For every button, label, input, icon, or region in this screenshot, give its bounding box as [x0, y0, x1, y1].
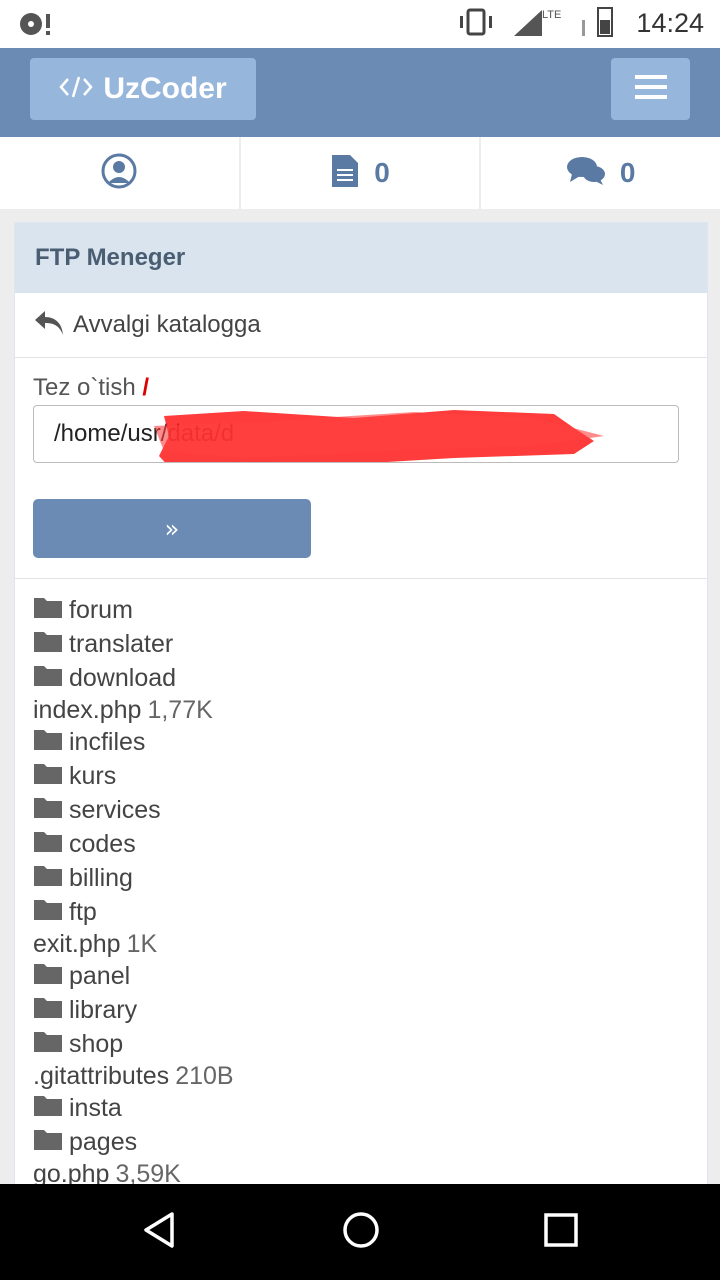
folder-item[interactable]: panel [33, 959, 707, 993]
folder-icon [33, 1093, 63, 1124]
system-nav-bar [0, 1184, 720, 1280]
notification-icon [18, 10, 54, 42]
chat-icon [566, 155, 606, 191]
signal-icon: LTE [512, 6, 562, 42]
item-name: billing [69, 863, 133, 892]
item-size: 210B [175, 1061, 234, 1090]
file-item[interactable]: go.php 3,59K [33, 1159, 707, 1186]
folder-icon [33, 727, 63, 758]
file-item[interactable]: index.php 1,77K [33, 695, 707, 725]
folder-item[interactable]: shop [33, 1027, 707, 1061]
code-icon [59, 75, 93, 103]
item-name: library [69, 995, 138, 1024]
brand-button[interactable]: UzCoder [30, 58, 256, 120]
path-input[interactable]: /home/usr/data/d [33, 405, 679, 463]
item-name: index.php [33, 695, 142, 724]
item-name: ftp [69, 897, 97, 926]
nav-row: 0 0 [0, 137, 720, 209]
item-name: insta [69, 1093, 122, 1122]
folder-item[interactable]: kurs [33, 759, 707, 793]
folder-icon [33, 863, 63, 894]
folder-icon [33, 595, 63, 626]
brand-name: UzCoder [103, 72, 227, 105]
user-circle-icon [100, 152, 138, 194]
folder-item[interactable]: pages [33, 1125, 707, 1159]
nav-profile[interactable] [0, 137, 241, 209]
recent-apps-icon[interactable] [542, 1211, 580, 1253]
item-size: 1,77K [147, 695, 213, 724]
file-item[interactable]: exit.php 1K [33, 929, 707, 959]
menu-button[interactable] [611, 58, 690, 120]
item-name: .gitattributes [33, 1061, 170, 1090]
battery-icon [580, 6, 620, 42]
folder-icon [33, 829, 63, 860]
item-name: exit.php [33, 929, 121, 958]
folder-item[interactable]: translater [33, 627, 707, 661]
folder-item[interactable]: incfiles [33, 725, 707, 759]
item-name: download [69, 663, 177, 692]
back-triangle-icon[interactable] [140, 1210, 180, 1254]
folder-icon [33, 995, 63, 1026]
status-bar: LTE 14:24 [0, 0, 720, 48]
item-name: panel [69, 961, 131, 990]
folder-icon [33, 629, 63, 660]
panel-title: FTP Meneger [35, 244, 186, 271]
item-name: go.php [33, 1159, 110, 1186]
top-bar: UzCoder [0, 48, 720, 137]
item-size: 1K [126, 929, 158, 958]
home-circle-icon[interactable] [340, 1209, 382, 1255]
folder-icon [33, 961, 63, 992]
folder-item[interactable]: services [33, 793, 707, 827]
go-button[interactable]: » [33, 499, 311, 558]
folder-icon [33, 795, 63, 826]
folder-icon [33, 897, 63, 928]
item-name: translater [69, 629, 174, 658]
document-icon [330, 153, 360, 193]
messages-count: 0 [619, 157, 636, 188]
hamburger-menu-icon [634, 74, 667, 104]
file-item[interactable]: .gitattributes 210B [33, 1061, 707, 1091]
folder-item[interactable]: ftp [33, 895, 707, 929]
item-name: kurs [69, 761, 117, 790]
quick-jump-form: Tez o`tish / /home/usr/data/d » [15, 358, 707, 579]
files-count: 0 [374, 157, 390, 188]
nav-messages[interactable]: 0 [481, 137, 720, 209]
clock: 14:24 [636, 8, 704, 38]
back-label: Avvalgi katalogga [73, 311, 261, 338]
folder-item[interactable]: insta [33, 1091, 707, 1125]
item-name: services [69, 795, 161, 824]
item-size: 3,59K [115, 1159, 181, 1186]
back-link[interactable]: Avvalgi katalogga [15, 293, 707, 358]
svg-text:LTE: LTE [542, 9, 561, 21]
item-name: pages [69, 1127, 138, 1156]
folder-icon [33, 761, 63, 792]
folder-icon [33, 663, 63, 694]
nav-files[interactable]: 0 [241, 137, 482, 209]
folder-item[interactable]: download [33, 661, 707, 695]
folder-item[interactable]: library [33, 993, 707, 1027]
folder-icon [33, 1029, 63, 1060]
path-value: /home/usr/data/d [54, 420, 235, 447]
item-name: forum [69, 595, 133, 624]
item-name: shop [69, 1029, 124, 1058]
vibrate-icon [458, 8, 494, 40]
panel-header: FTP Meneger [15, 223, 707, 293]
reply-arrow-icon [33, 309, 65, 341]
folder-item[interactable]: codes [33, 827, 707, 861]
folder-item[interactable]: forum [33, 593, 707, 627]
item-name: codes [69, 829, 136, 858]
ftp-panel: FTP Meneger Avvalgi katalogga Tez o`tish… [14, 222, 708, 1186]
folder-item[interactable]: billing [33, 861, 707, 895]
item-name: incfiles [69, 727, 146, 756]
quick-jump-label: Tez o`tish / [33, 374, 150, 401]
folder-icon [33, 1127, 63, 1158]
file-list: forum translater download index.php 1,77K inc… [15, 579, 707, 1186]
